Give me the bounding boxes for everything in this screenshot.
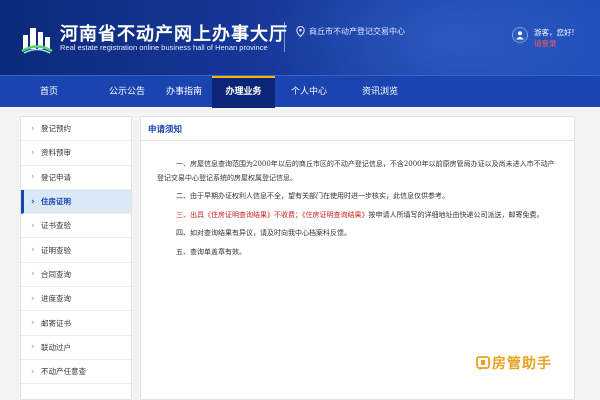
location-label: 商丘市不动产登记交易中心 <box>309 27 405 36</box>
main-header: 申请须知 <box>141 117 574 141</box>
sidebar-item-property-query[interactable]: 不动产任意查 <box>21 360 131 385</box>
sidebar-item-registration[interactable]: 登记申请 <box>21 166 131 190</box>
sidebar-item-certificate-check[interactable]: 证书查验 <box>21 214 131 239</box>
location-selector[interactable]: 商丘市不动产登记交易中心 <box>296 26 405 37</box>
greeting-text: 游客，您好! <box>534 28 575 37</box>
sidebar: 登记预约 资料预审 登记申请 住房证明 证书查验 证明查验 合同查询 进度查询 … <box>20 116 132 400</box>
map-pin-icon <box>296 26 305 37</box>
login-link[interactable]: 请登录 <box>534 39 557 48</box>
avatar[interactable] <box>512 27 528 43</box>
sidebar-item-mail-certificate[interactable]: 邮寄证书 <box>21 311 131 336</box>
sidebar-item-proof-check[interactable]: 证明查验 <box>21 238 131 263</box>
site-subtitle: Real estate registration online business… <box>60 43 268 52</box>
notice-paragraph-3: 三、出具《住房证明查询结果》不收费；《住房证明查询结果》按申请人所填写的详细地址… <box>157 209 558 223</box>
notice-paragraph-4: 四、如对查询结果有异议，请及时向我中心档案科反馈。 <box>176 229 351 237</box>
notice-paragraph-3-highlight: 三、出具《住房证明查询结果》不收费；《住房证明查询结果》 <box>176 210 369 219</box>
nav-business[interactable]: 办理业务 <box>212 76 275 108</box>
sidebar-item-housing-certificate[interactable]: 住房证明 <box>21 189 131 215</box>
site-header: 河南省不动产网上办事大厅 Real estate registration on… <box>0 0 600 75</box>
nav-announcements[interactable]: 公示公告 <box>98 76 156 108</box>
sidebar-item-pre-review[interactable]: 资料预审 <box>21 141 131 166</box>
sidebar-item-linked-transfer[interactable]: 联动过户 <box>21 336 131 360</box>
notice-paragraph-5: 五、查询单盖章有效。 <box>176 247 246 256</box>
watermark: 房管助手 <box>473 351 557 375</box>
notice-paragraph-1: 一、房屋信息查询范围为2000年以后的商丘市区的不动产登记信息，不含2000年以… <box>157 160 555 182</box>
main-nav: 首页 公示公告 办事指南 办理业务 个人中心 资讯浏览 <box>0 75 600 108</box>
notice-paragraph-2: 二、由于早期办证权利人信息不全，望有关部门在使用时进一步核实，此信息仅供参考。 <box>176 192 449 200</box>
user-icon <box>516 31 524 40</box>
notice-content: 一、房屋信息查询范围为2000年以后的商丘市区的不动产登记信息，不含2000年以… <box>141 141 574 259</box>
watermark-logo-icon <box>476 355 490 370</box>
notice-paragraph-3-rest: 按申请人所填写的详细地址由快递公司派送，邮寄免费。 <box>368 210 544 219</box>
page-title: 申请须知 <box>148 124 183 135</box>
watermark-text: 房管助手 <box>492 356 552 372</box>
sidebar-item-contract-query[interactable]: 合同查询 <box>21 263 131 288</box>
user-area: 游客，您好! 请登录 <box>512 27 575 49</box>
header-divider <box>284 22 285 52</box>
nav-home[interactable]: 首页 <box>0 76 98 108</box>
sidebar-item-progress-query[interactable]: 进度查询 <box>21 287 131 312</box>
nav-personal-center[interactable]: 个人中心 <box>275 76 343 108</box>
sidebar-item-appointment[interactable]: 登记预约 <box>21 117 131 142</box>
nav-news[interactable]: 资讯浏览 <box>343 76 417 108</box>
city-logo-icon <box>21 28 53 54</box>
nav-guide[interactable]: 办事指南 <box>156 76 212 108</box>
